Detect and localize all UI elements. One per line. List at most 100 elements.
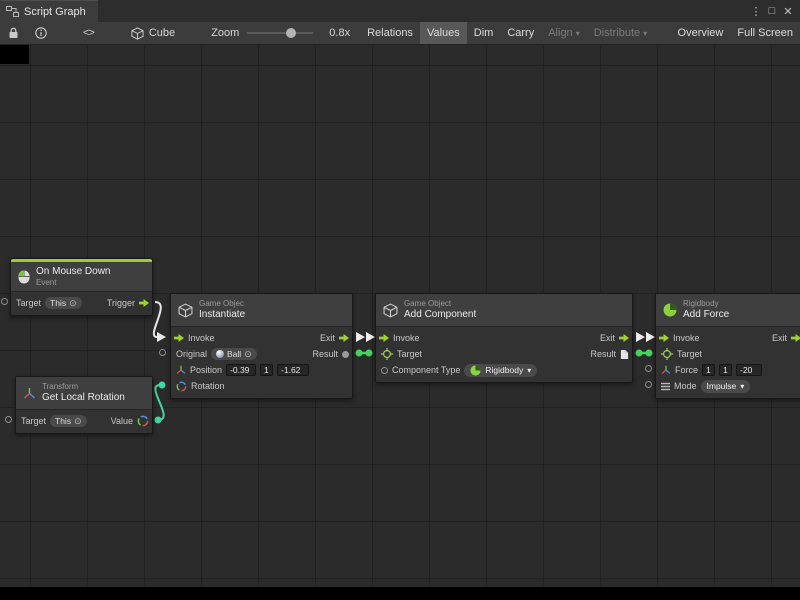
mode-value: Impulse (707, 381, 737, 391)
graph-object-chip[interactable]: Cube (131, 27, 175, 40)
node-category: Rigidbody (683, 299, 729, 309)
value-port[interactable] (5, 416, 12, 423)
zoom-slider-track (247, 32, 313, 34)
node-on-mouse-down[interactable]: On Mouse Down Event Target This ⊙ Trigge… (10, 258, 153, 316)
node-title: Instantiate (199, 309, 245, 321)
target-object-value: This (50, 298, 66, 308)
rotation-icon (176, 381, 187, 392)
flow-output-arrow-icon[interactable] (139, 299, 149, 307)
position-x-field[interactable]: -0.39 (226, 364, 256, 376)
cube-icon (131, 27, 144, 40)
node-header: Game Objec Instantiate (171, 294, 352, 327)
target-object-field[interactable]: This ⊙ (50, 415, 87, 427)
force-z-field[interactable]: -20 (736, 364, 762, 376)
overview-button[interactable]: Overview (671, 22, 731, 44)
flow-input-arrow-icon[interactable] (659, 334, 669, 342)
node-title: On Mouse Down (36, 266, 110, 278)
flow-output-arrow-icon[interactable] (619, 334, 629, 342)
node-add-component[interactable]: Game Object Add Component Invoke Exit (375, 293, 633, 383)
info-icon[interactable] (32, 22, 50, 44)
chevron-down-icon: ▾ (740, 382, 744, 391)
maximize-icon[interactable]: □ (764, 5, 780, 17)
tab-script-graph[interactable]: Script Graph (0, 0, 98, 22)
node-subtitle: Event (36, 278, 110, 288)
position-y-field[interactable]: 1 (260, 364, 273, 376)
canvas-corner (0, 45, 29, 64)
full-screen-button[interactable]: Full Screen (730, 22, 800, 44)
result-port-icon[interactable] (342, 351, 349, 358)
position-port-label: Position (190, 365, 222, 375)
tab-label: Script Graph (24, 6, 86, 18)
object-picker-icon[interactable]: ⊙ (244, 350, 252, 359)
vector3-icon (661, 365, 671, 375)
node-get-local-rotation[interactable]: Transform Get Local Rotation Target This… (15, 376, 153, 434)
zoom-slider-handle[interactable] (286, 28, 296, 38)
carry-button[interactable]: Carry (500, 22, 541, 44)
port-row: Target This ⊙ Value (16, 413, 152, 429)
trigger-port-label: Trigger (107, 298, 135, 308)
target-object-value: This (55, 416, 71, 426)
rotation-icon[interactable] (137, 415, 149, 427)
value-port[interactable] (645, 381, 652, 388)
close-icon[interactable]: ✕ (780, 5, 796, 18)
graph-canvas[interactable]: On Mouse Down Event Target This ⊙ Trigge… (0, 45, 800, 600)
value-port-label: Value (111, 416, 133, 426)
node-add-force[interactable]: Rigidbody Add Force Invoke Exit (655, 293, 800, 399)
node-header: Game Object Add Component (376, 294, 632, 327)
mode-dropdown[interactable]: Impulse ▾ (701, 380, 751, 393)
zoom-slider[interactable] (247, 27, 313, 39)
document-icon[interactable] (620, 349, 629, 360)
canvas-bottom-edge (0, 587, 800, 600)
dim-button[interactable]: Dim (467, 22, 501, 44)
object-picker-icon[interactable]: ⊙ (69, 299, 77, 308)
value-port[interactable] (645, 365, 652, 372)
rigidbody-icon (663, 303, 677, 317)
value-port[interactable] (159, 349, 166, 356)
transform-icon (23, 387, 36, 400)
lock-icon[interactable] (5, 22, 22, 44)
force-x-field[interactable]: 1 (702, 364, 715, 376)
flow-row: Invoke Exit (376, 330, 632, 346)
window-controls: ⋮ □ ✕ (748, 0, 800, 22)
component-type-dropdown[interactable]: Rigidbody ▾ (464, 364, 537, 377)
invoke-port-label: Invoke (673, 333, 700, 343)
align-button[interactable]: Align ▾ (541, 22, 586, 44)
distribute-label: Distribute (594, 27, 640, 39)
target-object-field[interactable]: This ⊙ (45, 297, 82, 309)
target-crosshair-icon (381, 348, 393, 360)
flow-output-arrow-icon[interactable] (791, 334, 800, 342)
game-object-icon (178, 303, 193, 318)
mode-port-label: Mode (674, 381, 697, 391)
values-button[interactable]: Values (420, 22, 467, 44)
align-label: Align (548, 27, 572, 39)
window-menu-icon[interactable]: ⋮ (748, 5, 764, 18)
flow-output-arrow-icon[interactable] (339, 334, 349, 342)
graph-toolbar: <> Cube Zoom 0.8x Relations Values Dim C… (0, 22, 800, 45)
exit-port-label: Exit (600, 333, 615, 343)
value-port[interactable] (381, 367, 388, 374)
flow-input-arrow-icon[interactable] (174, 334, 184, 342)
node-instantiate[interactable]: Game Objec Instantiate Invoke Exit (170, 293, 353, 399)
chevron-down-icon: ▾ (643, 29, 647, 38)
object-picker-icon[interactable]: ⊙ (74, 417, 82, 426)
zoom-label: Zoom (211, 27, 239, 39)
titlebar: Script Graph ⋮ □ ✕ (0, 0, 800, 22)
node-title: Get Local Rotation (42, 392, 125, 404)
chevron-down-icon: ▾ (576, 29, 580, 38)
original-object-field[interactable]: Ball ⊙ (211, 348, 257, 360)
target-port-label: Target (16, 298, 41, 308)
force-y-field[interactable]: 1 (719, 364, 732, 376)
value-port[interactable] (1, 298, 8, 305)
port-row: Original Ball ⊙ Result (171, 346, 352, 362)
target-port-label: Target (397, 349, 422, 359)
distribute-button[interactable]: Distribute ▾ (587, 22, 654, 44)
force-port-label: Force (675, 365, 698, 375)
port-row: Rotation (171, 378, 352, 394)
ball-prefab-icon (216, 350, 224, 358)
code-icon[interactable]: <> (80, 22, 97, 44)
relations-button[interactable]: Relations (360, 22, 420, 44)
flow-input-arrow-icon[interactable] (379, 334, 389, 342)
node-header: Transform Get Local Rotation (16, 377, 152, 410)
position-z-field[interactable]: -1.62 (277, 364, 309, 376)
enum-icon (661, 382, 670, 391)
